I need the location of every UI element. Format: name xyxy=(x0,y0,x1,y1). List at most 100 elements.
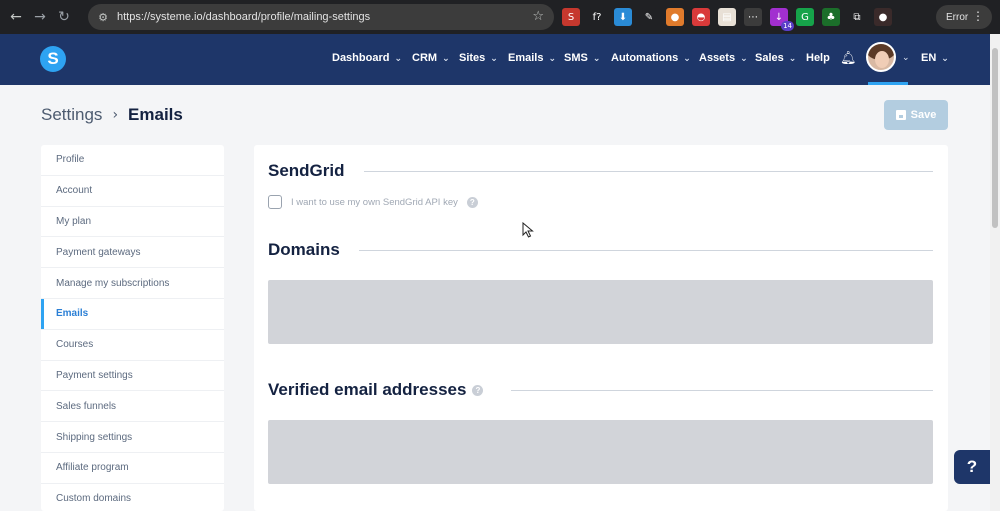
error-label: Error xyxy=(946,11,969,23)
section-divider xyxy=(511,390,933,391)
breadcrumb-settings[interactable]: Settings xyxy=(41,105,102,125)
extension-glyph: ✎ xyxy=(644,11,654,23)
chevron-down-icon: ⌄ xyxy=(490,54,498,64)
verified-emails-help-icon[interactable]: ? xyxy=(472,384,484,396)
sidebar-item-account[interactable]: Account xyxy=(41,176,224,207)
bookmark-star-icon[interactable]: ☆ xyxy=(532,9,544,24)
nav-label: Help xyxy=(806,52,830,64)
mailing-settings-card: SendGrid I want to use my own SendGrid A… xyxy=(254,145,948,511)
extension-badge: 14 xyxy=(781,21,794,31)
ext-font-icon[interactable]: f? xyxy=(588,8,606,26)
sidebar-item-affiliate-program[interactable]: Affiliate program xyxy=(41,453,224,484)
sidebar-item-shipping-settings[interactable]: Shipping settings xyxy=(41,422,224,453)
sidebar-item-manage-my-subscriptions[interactable]: Manage my subscriptions xyxy=(41,268,224,299)
sidebar-item-payment-gateways[interactable]: Payment gateways xyxy=(41,237,224,269)
settings-sidebar: Profile Account My plan Payment gateways Man… xyxy=(41,145,224,511)
sendgrid-api-key-checkbox[interactable] xyxy=(268,195,282,209)
sidebar-item-payment-settings[interactable]: Payment settings xyxy=(41,361,224,392)
help-chat-button[interactable]: ? xyxy=(954,450,990,484)
ext-eyedropper-icon[interactable]: ✎ xyxy=(640,8,658,26)
section-divider xyxy=(364,171,933,172)
sidebar-item-courses[interactable]: Courses xyxy=(41,330,224,361)
nav-sites[interactable]: Sites ⌄ xyxy=(459,52,498,64)
nav-emails[interactable]: Emails ⌄ xyxy=(508,52,556,64)
nav-help[interactable]: Help xyxy=(806,52,830,64)
ext-orange-icon[interactable]: ● xyxy=(666,8,684,26)
sidebar-item-custom-domains[interactable]: Custom domains xyxy=(41,484,224,511)
section-divider xyxy=(359,250,933,251)
address-bar[interactable]: ⚙ https://systeme.io/dashboard/profile/m… xyxy=(88,4,554,30)
url-text[interactable]: https://systeme.io/dashboard/profile/mai… xyxy=(117,11,370,23)
browser-toolbar: ← → ↻ ⚙ https://systeme.io/dashboard/pro… xyxy=(0,0,1000,34)
sidebar-item-profile[interactable]: Profile xyxy=(41,145,224,176)
nav-assets[interactable]: Assets ⌄ xyxy=(699,52,748,64)
ext-purple-icon[interactable]: ↓ 14 xyxy=(770,8,794,31)
systeme-logo[interactable]: S xyxy=(40,46,66,72)
extension-glyph: ▤ xyxy=(722,11,732,23)
nav-label: CRM xyxy=(412,52,438,64)
forward-arrow-icon[interactable]: → xyxy=(28,5,52,29)
extension-glyph: ◓ xyxy=(696,11,706,23)
verified-emails-section-title: Verified email addresses ? xyxy=(268,380,484,400)
ext-grammarly-icon[interactable]: G xyxy=(796,8,814,26)
extension-glyph: f? xyxy=(592,11,602,23)
user-avatar[interactable] xyxy=(866,42,898,76)
language-selector[interactable]: EN ⌄ xyxy=(921,52,949,64)
reload-icon[interactable]: ↻ xyxy=(52,5,76,29)
sidebar-item-sales-funnels[interactable]: Sales funnels xyxy=(41,391,224,423)
language-label: EN xyxy=(921,52,937,64)
nav-sms[interactable]: SMS ⌄ xyxy=(564,52,600,64)
ext-download-icon[interactable]: ⬇ xyxy=(614,8,632,26)
chevron-down-icon: ⌄ xyxy=(740,54,748,64)
extension-glyph: ↓ xyxy=(774,11,784,23)
extension-glyph: ⋯ xyxy=(748,11,758,23)
page-scrollbar[interactable] xyxy=(990,34,1000,511)
app-header: S Dashboard ⌄ CRM ⌄ Sites ⌄ Emails ⌄ SMS ⌄ Automat… xyxy=(0,34,990,85)
notification-bell-icon[interactable]: 🔔︎ xyxy=(840,51,857,67)
extension-glyph: ● xyxy=(878,11,888,23)
ext-white-icon[interactable]: ▤ xyxy=(718,8,736,26)
verified-emails-title-text: Verified email addresses xyxy=(268,380,467,399)
avatar-chevron-down-icon[interactable]: ⌄ xyxy=(902,53,910,63)
nav-label: Automations xyxy=(611,52,679,64)
nav-automations[interactable]: Automations ⌄ xyxy=(611,52,691,64)
ext-pokeball-icon[interactable]: ◓ xyxy=(692,8,710,26)
language-chevron-down-icon: ⌄ xyxy=(941,54,949,64)
sendgrid-help-icon[interactable]: ? xyxy=(466,196,478,208)
nav-label: Dashboard xyxy=(332,52,390,64)
extensions-bar: Sf? ⬇ ✎ ● ◓ ▤ ⋯ ↓ 14 G ♣ ⧉ ● xyxy=(562,8,892,31)
browser-menu-icon[interactable]: ⋮ xyxy=(972,9,984,23)
domains-section-title: Domains xyxy=(268,240,340,259)
ext-profile-icon[interactable]: ● xyxy=(874,8,892,26)
nav-label: Assets xyxy=(699,52,736,64)
chevron-down-icon: ⌄ xyxy=(788,54,797,64)
scrollbar-thumb[interactable] xyxy=(992,48,998,228)
sendgrid-api-key-option[interactable]: I want to use my own SendGrid API key ? xyxy=(268,195,478,209)
chevron-down-icon: ⌄ xyxy=(592,54,601,64)
profile-error-button[interactable]: Error ⋮ xyxy=(936,5,992,29)
nav-dashboard[interactable]: Dashboard ⌄ xyxy=(332,52,402,64)
ext-red-icon[interactable]: S xyxy=(562,8,580,26)
ext-puzzle-icon[interactable]: ⧉ xyxy=(848,8,866,26)
sendgrid-section-title: SendGrid xyxy=(268,161,345,180)
domains-loading-placeholder xyxy=(268,280,933,344)
save-button[interactable]: Save xyxy=(884,100,948,130)
ext-dots-icon[interactable]: ⋯ xyxy=(744,8,762,26)
ext-green-icon[interactable]: ♣ xyxy=(822,8,840,26)
sidebar-item-emails[interactable]: Emails xyxy=(41,298,224,330)
extension-glyph: ♣ xyxy=(826,11,836,23)
nav-sales[interactable]: Sales ⌄ xyxy=(755,52,796,64)
nav-crm[interactable]: CRM ⌄ xyxy=(412,52,450,64)
sidebar-item-my-plan[interactable]: My plan xyxy=(41,207,224,238)
back-arrow-icon[interactable]: ← xyxy=(4,5,28,29)
extension-glyph: S xyxy=(567,11,575,23)
site-info-icon[interactable]: ⚙ xyxy=(96,10,110,24)
verified-emails-loading-placeholder xyxy=(268,420,933,484)
nav-label: Sites xyxy=(459,52,486,64)
extension-glyph: ⬇ xyxy=(618,11,628,23)
chevron-down-icon: ⌄ xyxy=(548,54,557,64)
sendgrid-checkbox-label[interactable]: I want to use my own SendGrid API key xyxy=(291,197,458,208)
nav-label: Sales xyxy=(755,52,784,64)
mouse-pointer-icon xyxy=(522,222,534,238)
chevron-down-icon: ⌄ xyxy=(683,54,691,64)
